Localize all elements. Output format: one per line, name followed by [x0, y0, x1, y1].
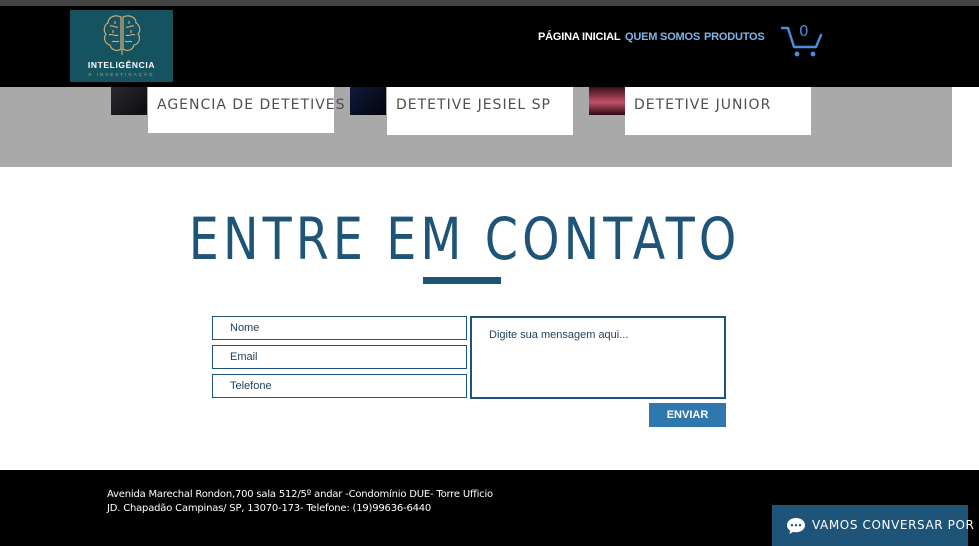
- card-thumbnail[interactable]: [589, 87, 625, 115]
- message-placeholder: Digite sua mensagem aqui...: [489, 329, 629, 341]
- phone-placeholder: Telefone: [230, 380, 272, 392]
- name-field[interactable]: Nome: [212, 316, 467, 340]
- card-thumbnail[interactable]: [111, 87, 147, 115]
- logo-title: INTELIGÊNCIA: [87, 60, 156, 70]
- brain-icon: [103, 15, 141, 55]
- site-logo[interactable]: INTELIGÊNCIA E INVESTIGAÇÃO: [70, 10, 173, 82]
- name-placeholder: Nome: [230, 322, 260, 334]
- email-placeholder: Email: [230, 351, 258, 363]
- nav-quem-somos[interactable]: QUEM SOMOS: [625, 31, 700, 43]
- send-button[interactable]: ENVIAR: [649, 403, 726, 427]
- site-header: INTELIGÊNCIA E INVESTIGAÇÃO PÁGINA INICI…: [0, 6, 979, 87]
- email-field[interactable]: Email: [212, 345, 467, 369]
- card-jesiel[interactable]: DETETIVE JESIEL SP: [387, 87, 573, 135]
- contact-title: ENTRE EM CONTATO: [188, 205, 741, 273]
- logo-subtitle: E INVESTIGAÇÃO: [88, 72, 155, 77]
- cart-button[interactable]: 0: [781, 22, 823, 58]
- nav-pagina-inicial[interactable]: PÁGINA INICIAL: [538, 31, 621, 43]
- card-junior[interactable]: DETETIVE JUNIOR: [625, 87, 811, 135]
- chat-label: Vamos conversar por chat: [812, 518, 979, 532]
- chat-button[interactable]: Vamos conversar por chat: [772, 505, 979, 546]
- card-label: DETETIVE JESIEL SP: [396, 97, 551, 113]
- address-line-1: Avenida Marechal Rondon,700 sala 512/5º …: [107, 489, 493, 500]
- chat-bubble-icon: [787, 518, 805, 534]
- card-agencia[interactable]: Agencia de Detetives STDI: [148, 87, 386, 133]
- cart-count: 0: [799, 22, 809, 40]
- address-line-2: JD. Chapadão Campinas/ SP, 13070-173- Te…: [107, 503, 432, 514]
- title-underline: [423, 277, 501, 284]
- message-textarea[interactable]: Digite sua mensagem aqui...: [470, 316, 726, 399]
- card-label: DETETIVE JUNIOR: [634, 97, 772, 113]
- card-thumbnail[interactable]: [350, 87, 386, 115]
- phone-field[interactable]: Telefone: [212, 374, 467, 398]
- nav-produtos[interactable]: PRODUTOS: [704, 31, 765, 43]
